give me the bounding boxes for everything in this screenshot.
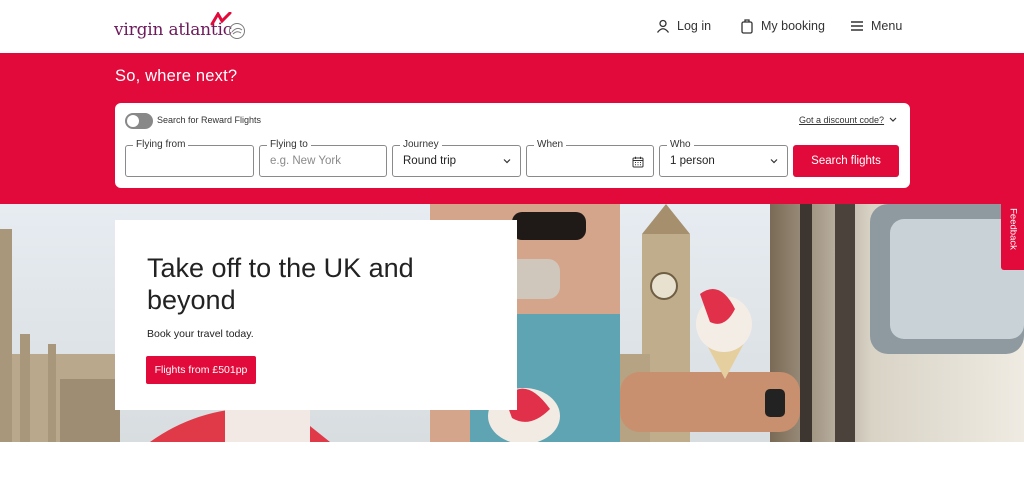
menu-label: Menu xyxy=(871,19,903,33)
user-icon xyxy=(656,19,670,33)
journey-value: Round trip xyxy=(403,155,457,167)
when-label: When xyxy=(534,139,567,151)
menu-icon xyxy=(851,21,863,31)
login-label: Log in xyxy=(677,19,712,33)
feedback-tab[interactable]: Feedback xyxy=(1001,188,1024,270)
who-value: 1 person xyxy=(670,155,715,167)
page-content-area xyxy=(0,442,1024,485)
hero-banner: Take off to the UK and beyond Book your … xyxy=(0,204,1024,442)
site-header: virgin atlantic Log in My booking Menu xyxy=(0,0,1024,53)
who-label: Who xyxy=(667,139,694,151)
chevron-down-icon xyxy=(503,159,511,164)
flying-to-label: Flying to xyxy=(267,139,311,151)
promo-title: Take off to the UK and beyond xyxy=(147,253,414,315)
promo-subtitle: Book your travel today. xyxy=(147,328,254,340)
journey-label: Journey xyxy=(400,139,442,151)
chevron-down-icon[interactable] xyxy=(889,117,897,123)
reward-flights-toggle[interactable] xyxy=(125,113,153,129)
flight-search-form: Search for Reward Flights Got a discount… xyxy=(115,103,910,188)
calendar-icon[interactable] xyxy=(632,156,644,168)
bag-icon xyxy=(741,19,753,34)
feedback-label: Feedback xyxy=(1007,208,1018,250)
discount-code-link[interactable]: Got a discount code? xyxy=(799,115,884,125)
my-booking-link[interactable]: My booking xyxy=(740,16,825,36)
promo-card: Take off to the UK and beyond Book your … xyxy=(115,220,517,410)
flying-to-placeholder: e.g. New York xyxy=(270,155,341,167)
who-passengers-select[interactable]: Who 1 person xyxy=(659,139,788,177)
search-band: So, where next? Search for Reward Flight… xyxy=(0,53,1024,204)
search-headline: So, where next? xyxy=(115,67,238,85)
flying-from-field[interactable]: Flying from xyxy=(125,139,254,177)
skyteam-icon xyxy=(229,23,245,39)
search-flights-button[interactable]: Search flights xyxy=(793,145,899,177)
login-link[interactable]: Log in xyxy=(656,16,711,36)
when-date-field[interactable]: When xyxy=(526,139,654,177)
virgin-atlantic-logo[interactable]: virgin atlantic xyxy=(114,12,249,42)
journey-select[interactable]: Journey Round trip xyxy=(392,139,521,177)
my-booking-label: My booking xyxy=(761,19,825,33)
flying-to-field[interactable]: Flying to e.g. New York xyxy=(259,139,387,177)
menu-button[interactable]: Menu xyxy=(850,16,902,36)
chevron-down-icon xyxy=(770,159,778,164)
flights-from-button[interactable]: Flights from £501pp xyxy=(146,356,256,384)
reward-flights-label: Search for Reward Flights xyxy=(157,115,262,125)
flying-from-label: Flying from xyxy=(133,139,189,151)
